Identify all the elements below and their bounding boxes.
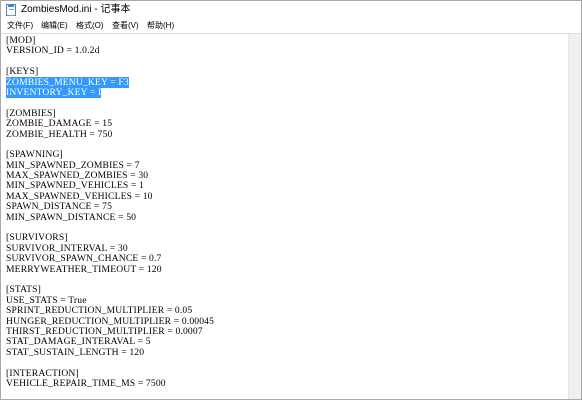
menu-edit[interactable]: 编辑(E) (41, 19, 68, 33)
editor-line[interactable]: STAT_SUSTAIN_LENGTH = 120 (6, 346, 214, 358)
editor-line[interactable]: MIN_SPAWN_DISTANCE = 50 (6, 211, 214, 223)
title-bar[interactable]: ZombiesMod.ini - 记事本 (1, 1, 581, 19)
line-text: MERRYWEATHER_TIMEOUT = 120 (6, 263, 162, 275)
line-text: SURVIVOR_SPAWN_CHANCE = 0.7 (6, 253, 162, 265)
vertical-scrollbar[interactable] (568, 34, 581, 399)
line-text: [INTERACTION] (6, 367, 79, 379)
editor-line[interactable]: MERRYWEATHER_TIMEOUT = 120 (6, 263, 214, 275)
line-text: MIN_SPAWN_DISTANCE = 50 (6, 211, 137, 223)
line-text: SPRINT_REDUCTION_MULTIPLIER = 0.05 (6, 305, 193, 317)
selected-text: ZOMBIES_MENU_KEY = F3 (6, 76, 129, 88)
line-text: THIRST_REDUCTION_MULTIPLIER = 0.0007 (6, 325, 203, 337)
line-text: HUNGER_REDUCTION_MULTIPLIER = 0.00045 (6, 315, 215, 327)
line-text: ZOMBIE_DAMAGE = 15 (6, 118, 113, 130)
editor-line[interactable]: VEHICLE_REPAIR_TIME_MS = 7500 (6, 377, 214, 389)
line-text: VEHICLE_REPAIR_TIME_MS = 7500 (6, 377, 166, 389)
line-text: [SPAWNING] (6, 149, 63, 161)
editor-line[interactable]: VERSION_ID = 1.0.2d (6, 46, 214, 56)
text-editor[interactable]: [MOD] VERSION_ID = 1.0.2d [KEYS] ZOMBIES_ME… (1, 34, 569, 399)
line-text: [KEYS] (6, 66, 39, 78)
line-text: [ZOMBIES] (6, 107, 56, 119)
line-text: MAX_SPAWNED_VEHICLES = 10 (6, 190, 153, 202)
menu-format[interactable]: 格式(O) (76, 19, 104, 33)
notepad-icon (6, 4, 16, 16)
editor-line[interactable]: ZOMBIE_HEALTH = 750 (6, 128, 214, 140)
notepad-window: ZombiesMod.ini - 记事本 文件(F) 编辑(E) 格式(O) 查… (0, 0, 582, 400)
line-text: VERSION_ID = 1.0.2d (6, 45, 100, 57)
menu-file[interactable]: 文件(F) (7, 19, 33, 33)
line-text: [SURVIVORS] (6, 232, 68, 244)
line-text: MIN_SPAWNED_VEHICLES = 1 (6, 180, 144, 192)
line-text: ZOMBIE_HEALTH = 750 (6, 128, 113, 140)
line-text: STAT_SUSTAIN_LENGTH = 120 (6, 346, 145, 358)
line-text: STAT_DAMAGE_INTERAVAL = 5 (6, 336, 151, 348)
menu-bar: 文件(F) 编辑(E) 格式(O) 查看(V) 帮助(H) (1, 19, 581, 34)
editor-line[interactable]: INVENTORY_KEY = I (6, 86, 214, 98)
window-title: ZombiesMod.ini - 记事本 (21, 4, 131, 15)
line-text: MIN_SPAWNED_ZOMBIES = 7 (6, 159, 140, 171)
selected-text: INVENTORY_KEY = I (6, 86, 102, 98)
menu-view[interactable]: 查看(V) (112, 19, 139, 33)
menu-help[interactable]: 帮助(H) (147, 19, 174, 33)
line-text: [STATS] (6, 284, 41, 296)
line-text: USE_STATS = True (6, 294, 87, 306)
line-text: SURVIVOR_INTERVAL = 30 (6, 242, 128, 254)
line-text: MAX_SPAWNED_ZOMBIES = 30 (6, 170, 149, 182)
line-text: [MOD] (6, 35, 36, 46)
editor-line[interactable]: [KEYS] (6, 66, 214, 78)
editor-lines: [MOD] VERSION_ID = 1.0.2d [KEYS] ZOMBIES_ME… (6, 35, 215, 389)
line-text: SPAWN_DISTANCE = 75 (6, 201, 113, 213)
